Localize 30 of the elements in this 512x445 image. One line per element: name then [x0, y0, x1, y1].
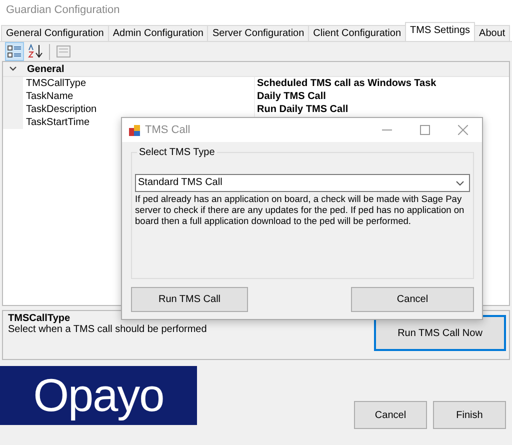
chevron-icon[interactable] — [9, 66, 17, 72]
caret-icon — [456, 180, 464, 186]
app-icon — [129, 124, 140, 136]
tab[interactable]: About — [474, 25, 510, 41]
property-name[interactable]: TMSCallType — [23, 77, 255, 90]
property-value[interactable]: Run Daily TMS Call — [255, 103, 348, 116]
window-title: Guardian Configuration — [0, 0, 512, 20]
dialog-button[interactable]: Cancel — [351, 287, 474, 312]
tab[interactable]: Client Configuration — [308, 25, 406, 41]
group-label: Select TMS Type — [137, 147, 217, 158]
description-title: TMSCallType — [8, 313, 72, 324]
logo: Opayo — [0, 366, 197, 425]
property-name[interactable]: TaskDescription — [23, 103, 255, 116]
dialog-button[interactable]: Run TMS Call — [131, 287, 248, 312]
close-icon[interactable] — [458, 125, 468, 135]
tab[interactable]: Server Configuration — [207, 25, 310, 41]
property-value[interactable]: Scheduled TMS call as Windows Task — [255, 77, 436, 90]
help-text: If ped already has an application on board, a check will be made with Sage Pay server to check if there are any updates for the ped. If ped has no application on board then a full application download to the ped will be performed. — [135, 194, 466, 227]
description-text: Select when a TMS call should be performed — [8, 324, 207, 335]
dialog-button[interactable]: Finish — [433, 401, 506, 429]
dialog-button[interactable]: Cancel — [354, 401, 427, 429]
category-label: General — [27, 64, 64, 74]
tab[interactable]: General Configuration — [1, 25, 109, 41]
property-value[interactable]: Daily TMS Call — [255, 90, 326, 103]
categorized-icon[interactable] — [5, 42, 24, 61]
maximize-icon[interactable] — [420, 125, 430, 135]
dialog-title: TMS Call — [145, 124, 190, 136]
property-name[interactable]: TaskName — [23, 90, 255, 103]
tab[interactable]: Admin Configuration — [108, 25, 208, 41]
dropdown[interactable]: Standard TMS Call — [135, 174, 470, 192]
